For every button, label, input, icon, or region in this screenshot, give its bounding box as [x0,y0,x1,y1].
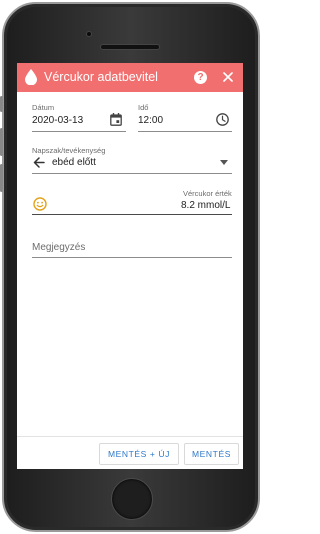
blood-drop-icon [25,69,37,85]
clock-icon[interactable] [216,113,229,126]
chevron-down-icon[interactable] [220,160,228,165]
save-and-new-button[interactable]: MENTÉS + ÚJ [99,443,179,465]
glucose-underline [32,214,232,216]
app-screen: Vércukor adatbevitel ? Dátum 2020-03-13 … [17,63,243,469]
time-underline [138,131,232,132]
save-button[interactable]: MENTÉS [184,443,239,465]
calendar-icon[interactable] [110,113,122,126]
glucose-value[interactable]: 8.2 mmol/L [181,200,230,211]
date-value[interactable]: 2020-03-13 [32,115,83,126]
period-underline [32,173,232,174]
close-icon[interactable] [223,72,233,82]
period-value[interactable]: ebéd előtt [52,157,96,168]
front-camera [86,31,92,37]
app-bar: Vércukor adatbevitel ? [17,63,243,92]
date-label: Dátum [32,103,55,112]
arrow-back-icon [33,157,45,168]
home-button[interactable] [111,478,153,520]
phone-volume-up [0,128,3,156]
phone-side-button [0,96,3,112]
actions-divider [17,436,243,437]
note-underline [32,257,232,258]
date-underline [32,131,126,132]
period-label: Napszak/tevékenység [32,146,106,155]
time-value[interactable]: 12:00 [138,115,163,126]
dialog-title: Vércukor adatbevitel [44,70,158,84]
earpiece-speaker [100,44,160,50]
note-input[interactable]: Megjegyzés [32,242,85,253]
time-label: Idő [138,103,149,112]
smiley-icon [33,197,47,211]
help-icon[interactable]: ? [194,71,207,84]
phone-volume-down [0,164,3,192]
glucose-label: Vércukor érték [183,189,232,198]
